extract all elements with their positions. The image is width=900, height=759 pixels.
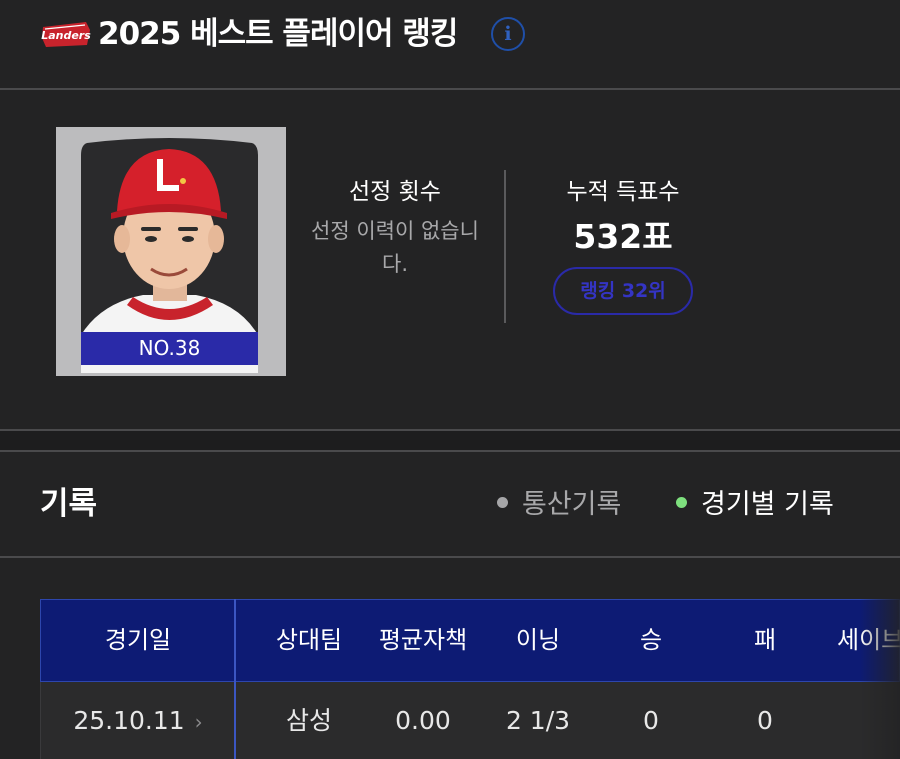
tab-career-records[interactable]: 통산기록 (497, 485, 621, 525)
column-header-era: 평균자책 (378, 626, 468, 654)
column-header-opponent: 상대팀 (275, 626, 343, 654)
player-profile: NO.38 선정 횟수 선정 이력이 없습니다. 누적 득표수 532표 랭킹 … (0, 90, 900, 430)
tab-career-label: 통산기록 (522, 489, 622, 520)
team-logo-text: Landers (41, 29, 91, 42)
player-photo-card: NO.38 (56, 127, 286, 376)
vote-total-label: 누적 득표수 (566, 179, 680, 205)
page-title: 2025 베스트 플레이어 랭킹 (98, 16, 458, 52)
cell-win: 0 (643, 706, 659, 735)
column-header-loss: 패 (753, 626, 777, 654)
section-gap (0, 431, 900, 451)
vote-total-stat: 누적 득표수 532표 랭킹 32위 (528, 175, 718, 315)
column-header-innings: 이닝 (515, 626, 561, 654)
tab-dot-icon (676, 497, 687, 508)
info-icon[interactable]: i (491, 17, 525, 51)
page-header: Landers 2025 베스트 플레이어 랭킹 i (0, 0, 900, 88)
cell-innings: 2 1/3 (505, 706, 571, 735)
cell-date[interactable]: 25.10.11 › (41, 682, 235, 759)
column-divider (234, 599, 236, 759)
selection-count-stat: 선정 횟수 선정 이력이 없습니다. (310, 175, 480, 281)
cell-era: 0.00 (395, 706, 451, 735)
scroll-fade (860, 599, 900, 759)
tab-dot-icon (497, 497, 508, 508)
chevron-right-icon: › (194, 710, 203, 734)
selection-count-label: 선정 횟수 (349, 179, 441, 205)
vote-total-value: 532표 (573, 217, 673, 256)
column-header-date: 경기일 (104, 626, 172, 654)
cell-loss: 0 (757, 706, 773, 735)
tab-game-label: 경기별 기록 (701, 489, 834, 520)
table-row[interactable]: 25.10.11› 삼성 0.00 2 1/3 0 0 0 (40, 682, 900, 759)
cell-opponent: 삼성 (285, 706, 332, 735)
divider (0, 556, 900, 558)
stat-divider (504, 170, 506, 323)
game-records-table[interactable]: 경기일 상대팀 평균자책 이닝 승 패 세이브 25.10.11› 삼성 0.0… (40, 599, 900, 759)
records-title: 기록 (40, 486, 98, 522)
rank-badge: 랭킹 32위 (553, 267, 693, 315)
tab-game-records[interactable]: 경기별 기록 (676, 485, 834, 525)
selection-empty-message: 선정 이력이 없습니다. (311, 219, 479, 276)
team-logo-icon: Landers (41, 22, 91, 47)
divider (0, 450, 900, 452)
table-header: 경기일 상대팀 평균자책 이닝 승 패 세이브 (40, 599, 900, 682)
player-number-badge: NO.38 (81, 332, 258, 365)
column-header-win: 승 (639, 626, 663, 654)
